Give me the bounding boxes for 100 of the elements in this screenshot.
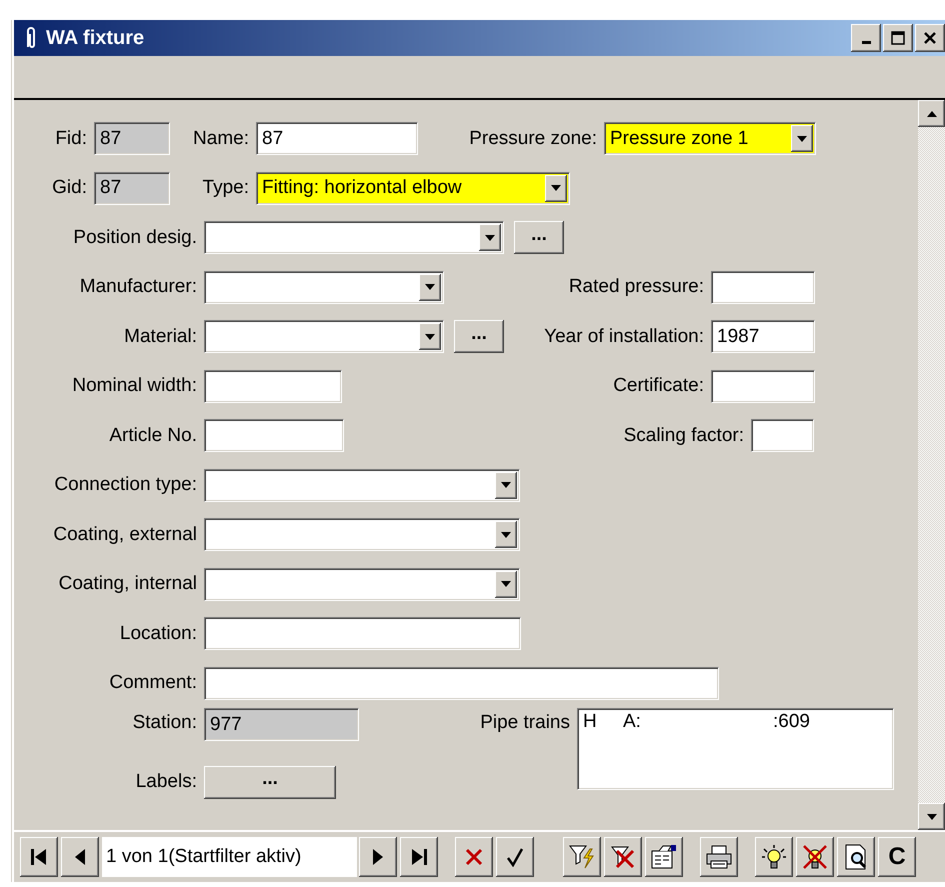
caret-icon (500, 580, 512, 588)
preview-button[interactable] (837, 837, 875, 877)
filter-button[interactable] (563, 837, 601, 877)
field-label: Comment: (109, 672, 197, 694)
field-label: Name: (193, 128, 249, 150)
up-arrow-icon (926, 110, 938, 118)
printer-icon (704, 843, 734, 871)
text-field[interactable]: 87 (256, 122, 418, 156)
last-record-icon (410, 847, 428, 867)
field-label: Fid: (55, 128, 87, 150)
field-label: Coating, internal (58, 573, 197, 596)
text-field[interactable]: 1987 (711, 320, 815, 354)
text-field[interactable] (711, 270, 815, 304)
dropdown-field[interactable] (204, 221, 504, 254)
field-label: Pressure zone: (469, 128, 597, 150)
print-button[interactable] (700, 837, 738, 877)
text-field[interactable] (204, 666, 719, 700)
cancel-button[interactable] (455, 837, 493, 877)
field-label: Gid: (52, 177, 87, 200)
dropdown-field[interactable]: Pressure zone 1 (604, 122, 816, 156)
next-record-icon (372, 847, 384, 867)
dropdown-field[interactable]: Fitting: horizontal elbow (256, 172, 570, 205)
caret-icon (500, 481, 512, 490)
paperclip-icon (24, 27, 38, 49)
scroll-up-button[interactable] (918, 100, 945, 127)
close-button[interactable] (915, 24, 945, 52)
highlight-button[interactable] (755, 837, 793, 877)
dropdown-button[interactable] (495, 521, 517, 548)
text-field[interactable]: 87 (94, 122, 170, 156)
ellipsis-button[interactable]: ... (204, 766, 336, 799)
ellipsis-button[interactable]: ... (514, 221, 564, 254)
checkmark-icon (506, 847, 524, 867)
caret-icon (484, 234, 496, 242)
text-field[interactable] (204, 617, 521, 650)
dropdown-field[interactable] (204, 270, 444, 304)
properties-icon (649, 843, 679, 871)
previous-record-button[interactable] (61, 837, 99, 877)
dropdown-field[interactable] (204, 518, 520, 552)
minimize-icon (862, 40, 870, 44)
text-field[interactable] (204, 419, 344, 452)
next-record-button[interactable] (359, 837, 397, 877)
maximize-button[interactable] (883, 24, 913, 52)
minimize-button[interactable] (851, 24, 881, 52)
field-label: Location: (120, 622, 197, 645)
caret-icon (424, 283, 436, 292)
clear-highlight-button[interactable] (796, 837, 834, 877)
cancel-icon (465, 848, 483, 866)
list-cell-text: A: (623, 711, 642, 733)
first-record-button[interactable] (20, 837, 58, 877)
caret-icon (796, 134, 808, 143)
window-title: WA fixture (46, 26, 146, 50)
first-record-icon (30, 847, 48, 867)
properties-button[interactable] (645, 837, 683, 877)
scroll-down-button[interactable] (918, 803, 945, 830)
list-cell-text: H (583, 711, 598, 733)
field-label: Position desig. (73, 226, 197, 249)
field-label: Rated pressure: (568, 276, 704, 298)
light-bulb-icon (760, 843, 788, 871)
dropdown-field[interactable] (204, 568, 520, 601)
dropdown-button[interactable] (419, 323, 441, 350)
field-label: Connection type: (54, 474, 197, 496)
crossed-light-bulb-icon (801, 843, 829, 871)
list-cell: :609 (773, 711, 810, 733)
record-position-field: 1 von 1(Startfilter aktiv) (102, 837, 357, 877)
field-label: Labels: (136, 771, 197, 794)
field-label: Year of installation: (544, 326, 704, 348)
close-icon (922, 30, 938, 46)
field-label: Material: (124, 326, 197, 348)
dropdown-button[interactable] (419, 274, 441, 301)
scrollbar[interactable] (918, 100, 945, 830)
field-label: Type: (202, 177, 249, 200)
dropdown-button[interactable] (791, 125, 813, 152)
text-field[interactable] (204, 370, 342, 403)
dropdown-field[interactable] (204, 320, 444, 354)
field-label: Coating, external (53, 524, 197, 546)
caret-icon (424, 332, 436, 341)
field-label: Manufacturer: (80, 276, 197, 298)
text-field[interactable] (711, 370, 815, 403)
dropdown-button[interactable] (495, 472, 517, 499)
field-label: Scaling factor: (624, 424, 744, 447)
dropdown-field[interactable] (204, 468, 520, 502)
maximize-icon (890, 30, 906, 46)
list-box[interactable]: H A: :609 (577, 708, 894, 790)
dropdown-button[interactable] (479, 224, 501, 252)
field-label: Pipe trains (480, 712, 570, 734)
text-field[interactable] (751, 419, 814, 452)
down-arrow-icon (926, 812, 938, 820)
remove-filter-button[interactable] (604, 837, 642, 877)
field-label: Certificate: (613, 375, 704, 398)
text-field[interactable]: 87 (94, 172, 170, 205)
caret-icon (550, 184, 562, 192)
ellipsis-button[interactable]: ... (454, 320, 504, 354)
last-record-button[interactable] (400, 837, 438, 877)
dropdown-button[interactable] (495, 570, 517, 598)
text-field[interactable]: 977 (204, 708, 359, 741)
confirm-button[interactable] (496, 837, 534, 877)
letter-button[interactable]: C (878, 837, 916, 877)
dropdown-button[interactable] (545, 174, 567, 202)
field-label: Article No. (109, 424, 197, 447)
field-label: Station: (132, 712, 197, 734)
